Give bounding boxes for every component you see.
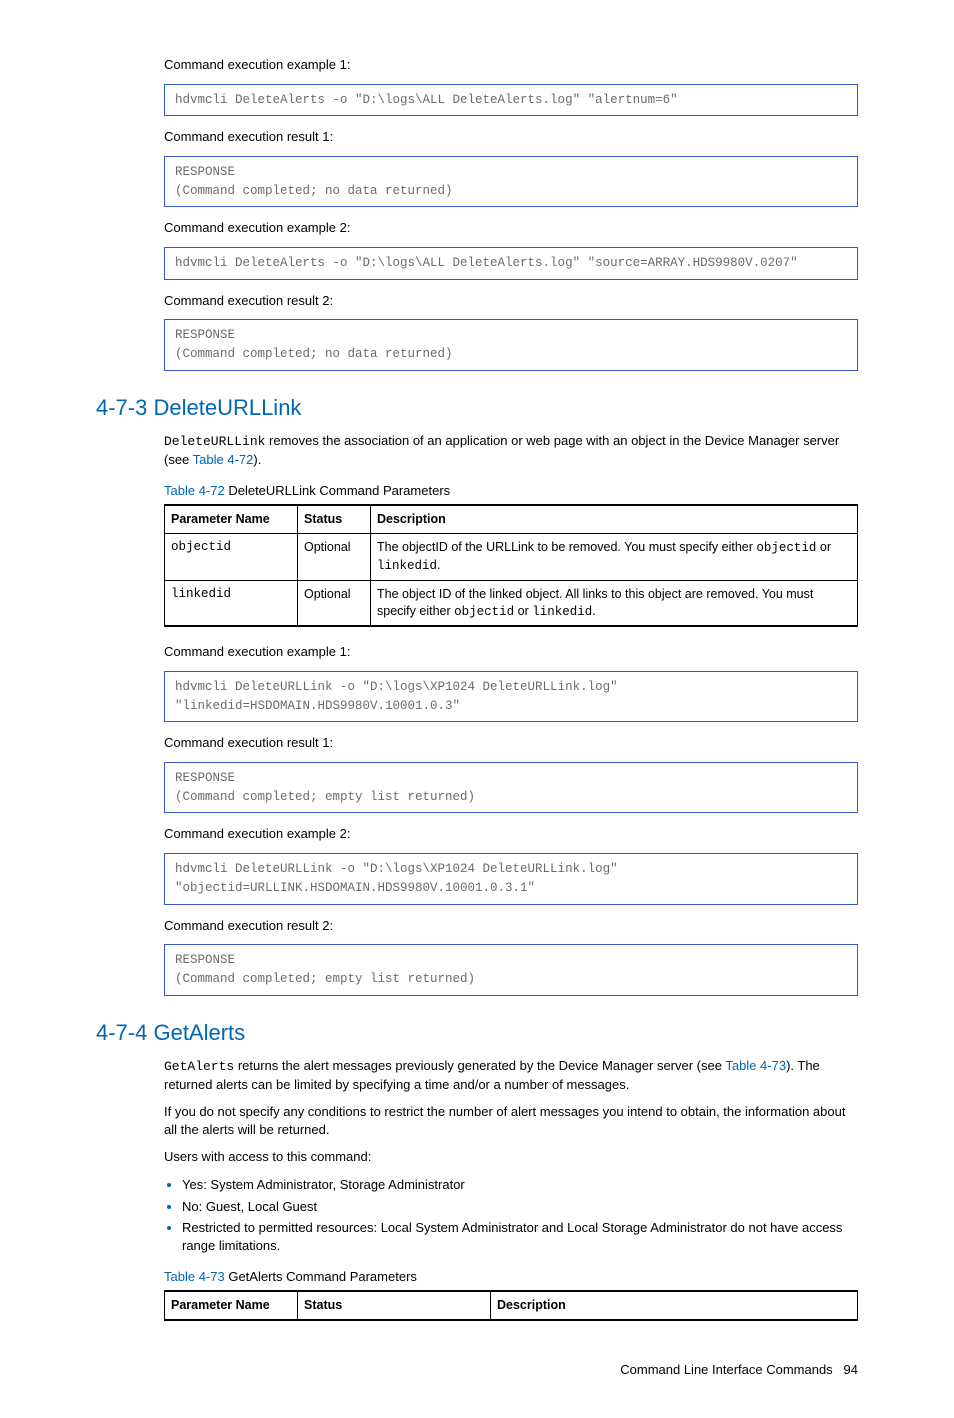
table-4-72-caption: Table 4-72 DeleteURLLink Command Paramet… (164, 482, 858, 500)
deleteurllink-intro: DeleteURLLink removes the association of… (164, 432, 858, 468)
getalerts-p2: If you do not specify any conditions to … (164, 1103, 858, 1138)
exec-result-2-code: RESPONSE (Command completed; no data ret… (164, 319, 858, 371)
exec-result-1-code: RESPONSE (Command completed; no data ret… (164, 156, 858, 208)
cell-description: The object ID of the linked object. All … (371, 580, 858, 626)
deleteurllink-exec2-code: hdvmcli DeleteURLLink -o "D:\logs\XP1024… (164, 853, 858, 905)
table-row: objectid Optional The objectID of the UR… (165, 533, 858, 580)
exec-example-2-code: hdvmcli DeleteAlerts -o "D:\logs\ALL Del… (164, 247, 858, 280)
deleteurllink-res1-label: Command execution result 1: (164, 734, 858, 752)
footer-text: Command Line Interface Commands (620, 1362, 832, 1377)
access-list: Yes: System Administrator, Storage Admin… (164, 1176, 858, 1254)
deleteurllink-intro-close: ). (253, 452, 261, 467)
table-header-row: Parameter Name Status Description (165, 505, 858, 533)
cell-status: Optional (298, 533, 371, 580)
exec-result-2-label: Command execution result 2: (164, 292, 858, 310)
table-4-73-caption-rest: GetAlerts Command Parameters (225, 1269, 417, 1284)
th-description: Description (491, 1291, 858, 1320)
table-4-72: Parameter Name Status Description object… (164, 504, 858, 627)
th-parameter-name: Parameter Name (165, 1291, 298, 1320)
table-4-73-link[interactable]: Table 4-73 (725, 1058, 786, 1073)
deleteurllink-exec1-label: Command execution example 1: (164, 643, 858, 661)
cell-description: The objectID of the URLLink to be remove… (371, 533, 858, 580)
getalerts-p3: Users with access to this command: (164, 1148, 858, 1166)
deleteurllink-res2-label: Command execution result 2: (164, 917, 858, 935)
table-4-73-caption-link[interactable]: Table 4-73 (164, 1269, 225, 1284)
cell-status: Optional (298, 580, 371, 626)
cell-param-name: objectid (165, 533, 298, 580)
heading-getalerts: 4-7-4 GetAlerts (96, 1018, 858, 1048)
table-4-73: Parameter Name Status Description (164, 1290, 858, 1321)
list-item: Yes: System Administrator, Storage Admin… (182, 1176, 858, 1194)
getalerts-mono: GetAlerts (164, 1059, 234, 1074)
deleteurllink-res1-code: RESPONSE (Command completed; empty list … (164, 762, 858, 814)
th-status: Status (298, 1291, 491, 1320)
table-row: linkedid Optional The object ID of the l… (165, 580, 858, 626)
th-parameter-name: Parameter Name (165, 505, 298, 533)
exec-result-1-label: Command execution result 1: (164, 128, 858, 146)
heading-deleteurllink: 4-7-3 DeleteURLLink (96, 393, 858, 423)
exec-example-2-label: Command execution example 2: (164, 219, 858, 237)
list-item: No: Guest, Local Guest (182, 1198, 858, 1216)
exec-example-1-label: Command execution example 1: (164, 56, 858, 74)
table-4-72-caption-link[interactable]: Table 4-72 (164, 483, 225, 498)
th-description: Description (371, 505, 858, 533)
th-status: Status (298, 505, 371, 533)
getalerts-p1: GetAlerts returns the alert messages pre… (164, 1057, 858, 1093)
table-4-73-caption: Table 4-73 GetAlerts Command Parameters (164, 1268, 858, 1286)
deleteurllink-mono: DeleteURLLink (164, 434, 265, 449)
deleteurllink-res2-code: RESPONSE (Command completed; empty list … (164, 944, 858, 996)
table-header-row: Parameter Name Status Description (165, 1291, 858, 1320)
table-4-72-caption-rest: DeleteURLLink Command Parameters (225, 483, 450, 498)
deleteurllink-intro-text: removes the association of an applicatio… (164, 433, 839, 467)
page-footer: Command Line Interface Commands 94 (96, 1361, 858, 1379)
cell-param-name: linkedid (165, 580, 298, 626)
deleteurllink-exec1-code: hdvmcli DeleteURLLink -o "D:\logs\XP1024… (164, 671, 858, 723)
page-number: 94 (844, 1362, 858, 1377)
deleteurllink-exec2-label: Command execution example 2: (164, 825, 858, 843)
table-4-72-link[interactable]: Table 4-72 (193, 452, 254, 467)
exec-example-1-code: hdvmcli DeleteAlerts -o "D:\logs\ALL Del… (164, 84, 858, 117)
list-item: Restricted to permitted resources: Local… (182, 1219, 858, 1254)
